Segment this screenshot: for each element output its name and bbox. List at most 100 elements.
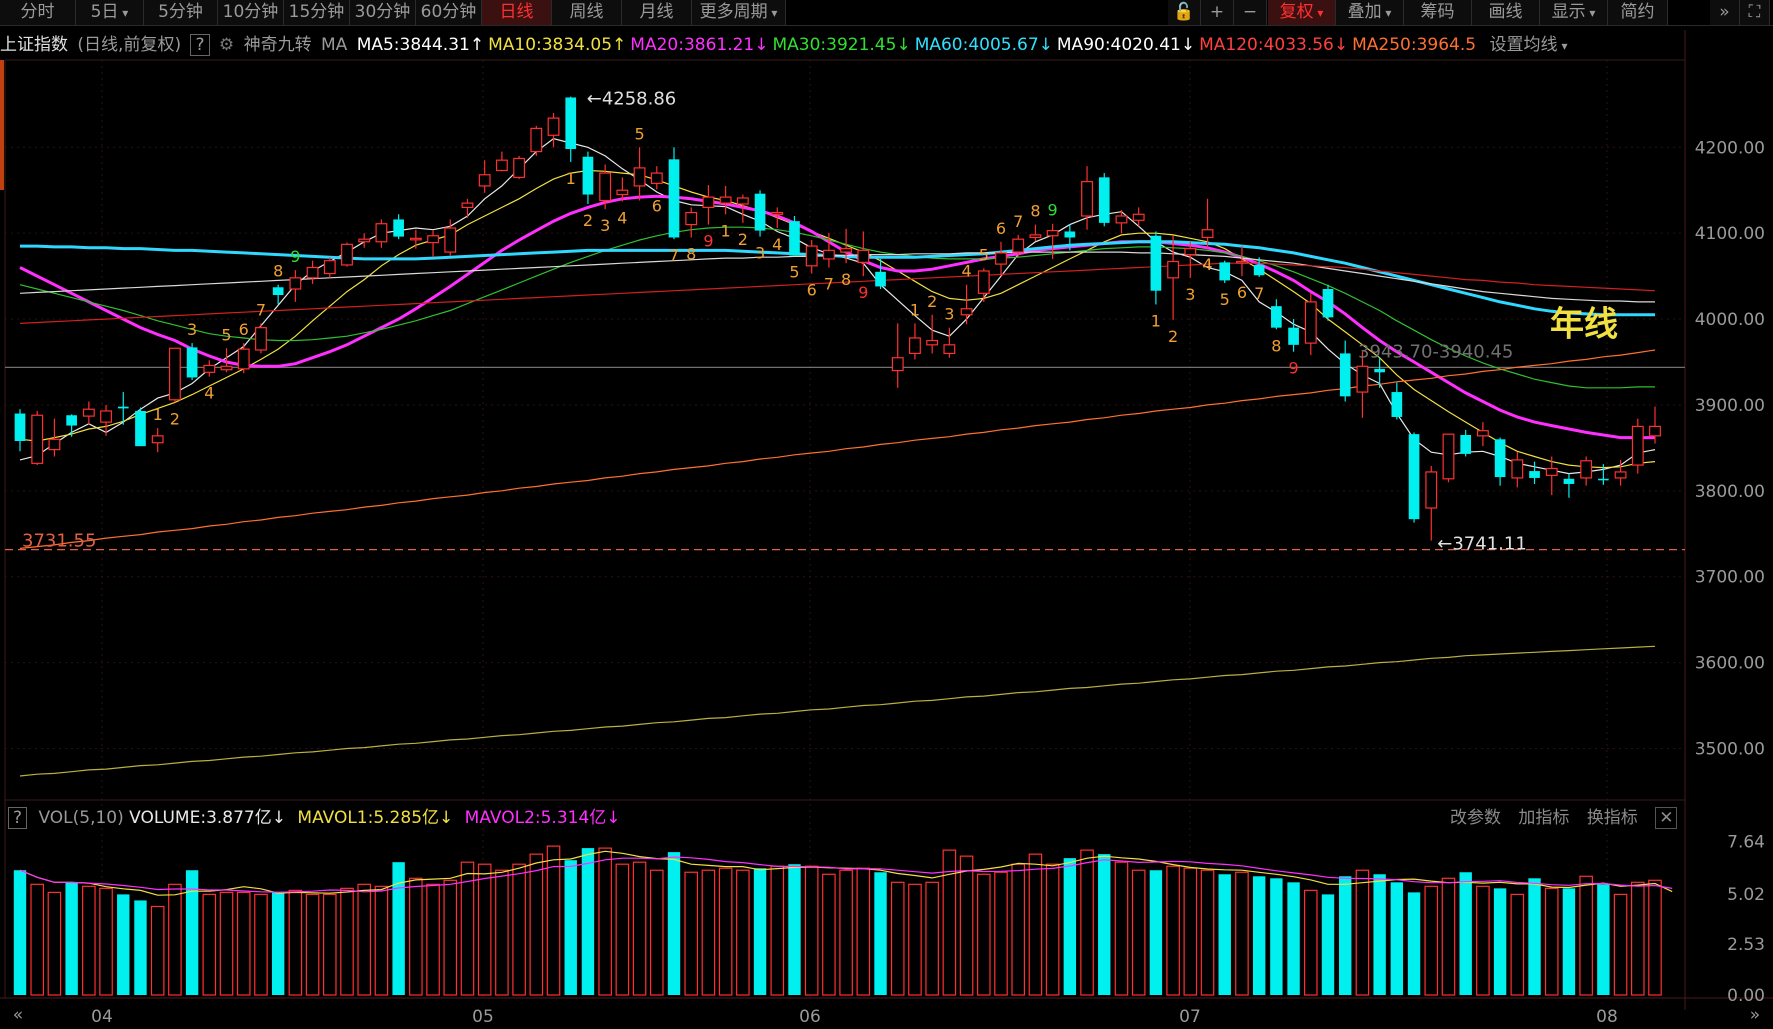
nine-turn-count: 2 <box>170 409 180 428</box>
add-indicator-button[interactable]: 加指标 <box>1518 808 1569 828</box>
volume-bar <box>30 883 45 996</box>
volume-bar <box>1321 894 1335 995</box>
nine-turn-count: 5 <box>1220 290 1230 309</box>
nine-turn-count: 8 <box>841 270 851 289</box>
change-params-button[interactable]: 改参数 <box>1450 808 1501 828</box>
candle-body <box>1064 231 1076 238</box>
support-price-label: 3731.55 <box>22 531 96 552</box>
volume-bar <box>1441 877 1456 996</box>
candle-body <box>478 174 491 187</box>
volume-bar <box>667 852 681 995</box>
close-icon[interactable]: ✕ <box>1655 807 1678 829</box>
candle-body <box>840 248 853 253</box>
candle-body <box>66 415 77 426</box>
volume-bar <box>1235 871 1249 996</box>
candle-body <box>1046 230 1059 237</box>
nine-turn-count: 5 <box>634 124 644 143</box>
candle-body <box>100 410 112 423</box>
candle-body <box>599 172 612 202</box>
volume-bar <box>65 882 78 995</box>
nine-turn-count: 7 <box>1254 284 1264 303</box>
price-pane <box>4 59 1686 801</box>
volume-bar <box>1270 878 1283 995</box>
candle-body <box>1236 260 1248 264</box>
candle-body <box>943 344 956 355</box>
candle-body <box>668 159 680 238</box>
candle-body <box>857 249 870 263</box>
candle-body <box>272 287 284 296</box>
volume-bar <box>1476 885 1490 996</box>
volume-bar <box>770 865 785 996</box>
nine-turn-count: 7 <box>824 275 834 294</box>
candle-body <box>1374 368 1385 373</box>
nine-turn-count: 4 <box>617 208 627 227</box>
candle-body <box>323 260 336 275</box>
volume-bar <box>736 869 750 996</box>
volume-bar <box>1339 876 1352 995</box>
candle-body <box>513 157 526 178</box>
candle-body <box>1511 459 1524 479</box>
candle-body <box>1132 213 1145 221</box>
nine-turn-count: 6 <box>996 219 1006 238</box>
candle-body <box>14 413 26 442</box>
nine-turn-count: 7 <box>1013 212 1023 231</box>
nine-turn-count: 8 <box>1030 202 1040 221</box>
volume-tools: 改参数 加指标 换指标 ✕ <box>1450 806 1689 830</box>
candle-body <box>1115 215 1128 224</box>
kline-chart[interactable]: 4200.00 4100.00 4000.00 3900.00 3800.00 3700.… <box>0 0 1773 1029</box>
ma-line-ma_long <box>19 645 1656 777</box>
volume-help-icon[interactable]: ? <box>8 807 28 829</box>
volume-bar <box>874 872 887 995</box>
month-label: 08 <box>1596 1007 1618 1027</box>
candle-body <box>1339 353 1351 397</box>
candle-body <box>1150 235 1162 291</box>
volume-bar <box>564 860 577 995</box>
volume-bar <box>908 883 922 996</box>
candle-body <box>135 410 146 447</box>
month-label: 04 <box>91 1007 113 1027</box>
volume-bar <box>1063 858 1077 995</box>
volume-bar <box>1373 874 1386 995</box>
volume-bar <box>1011 863 1026 996</box>
volume-bar <box>150 905 165 996</box>
candle-body <box>616 189 629 196</box>
volume-bar <box>632 861 647 996</box>
volume-bar <box>788 864 801 995</box>
volume-bar <box>615 863 630 996</box>
volume-bar <box>1045 863 1060 996</box>
switch-indicator-button[interactable]: 换指标 <box>1587 808 1638 828</box>
candle-body <box>771 211 784 215</box>
volume-bar <box>1630 881 1645 996</box>
volume-bar <box>47 891 62 996</box>
volume-bar <box>1613 893 1628 996</box>
candle-body <box>1167 260 1180 279</box>
year-line-label: 年线 <box>1550 305 1618 345</box>
candle-body <box>530 127 543 153</box>
volume-bar <box>1098 854 1111 995</box>
price-tick-label: 3600.00 <box>1695 654 1765 674</box>
nine-turn-count: 2 <box>738 230 748 249</box>
candle-body <box>977 270 990 294</box>
volume-bar <box>374 885 389 996</box>
volume-tick-label: 5.02 <box>1727 885 1765 905</box>
candle-body <box>461 202 474 209</box>
nine-turn-count: 4 <box>961 262 971 281</box>
candle-body <box>306 266 319 279</box>
month-label: 05 <box>472 1007 494 1027</box>
volume-bar <box>495 869 509 996</box>
volume-bar <box>168 883 182 996</box>
volume-bar <box>1303 889 1318 996</box>
nine-turn-count: 6 <box>1237 283 1247 302</box>
volume-bar <box>994 871 1008 996</box>
candle-body <box>409 237 422 241</box>
candle-body <box>805 245 818 267</box>
candle-body <box>151 435 164 444</box>
nine-turn-count: 3 <box>755 244 765 263</box>
volume-bar <box>288 889 303 996</box>
nine-turn-count: 5 <box>979 245 989 264</box>
volume-bar <box>1459 872 1472 995</box>
low-price-label: ←3741.11 <box>1437 533 1527 554</box>
candle-body <box>393 219 404 237</box>
candle-body <box>1253 264 1265 276</box>
volume-indicator-name[interactable]: VOL(5,10) <box>38 808 123 828</box>
